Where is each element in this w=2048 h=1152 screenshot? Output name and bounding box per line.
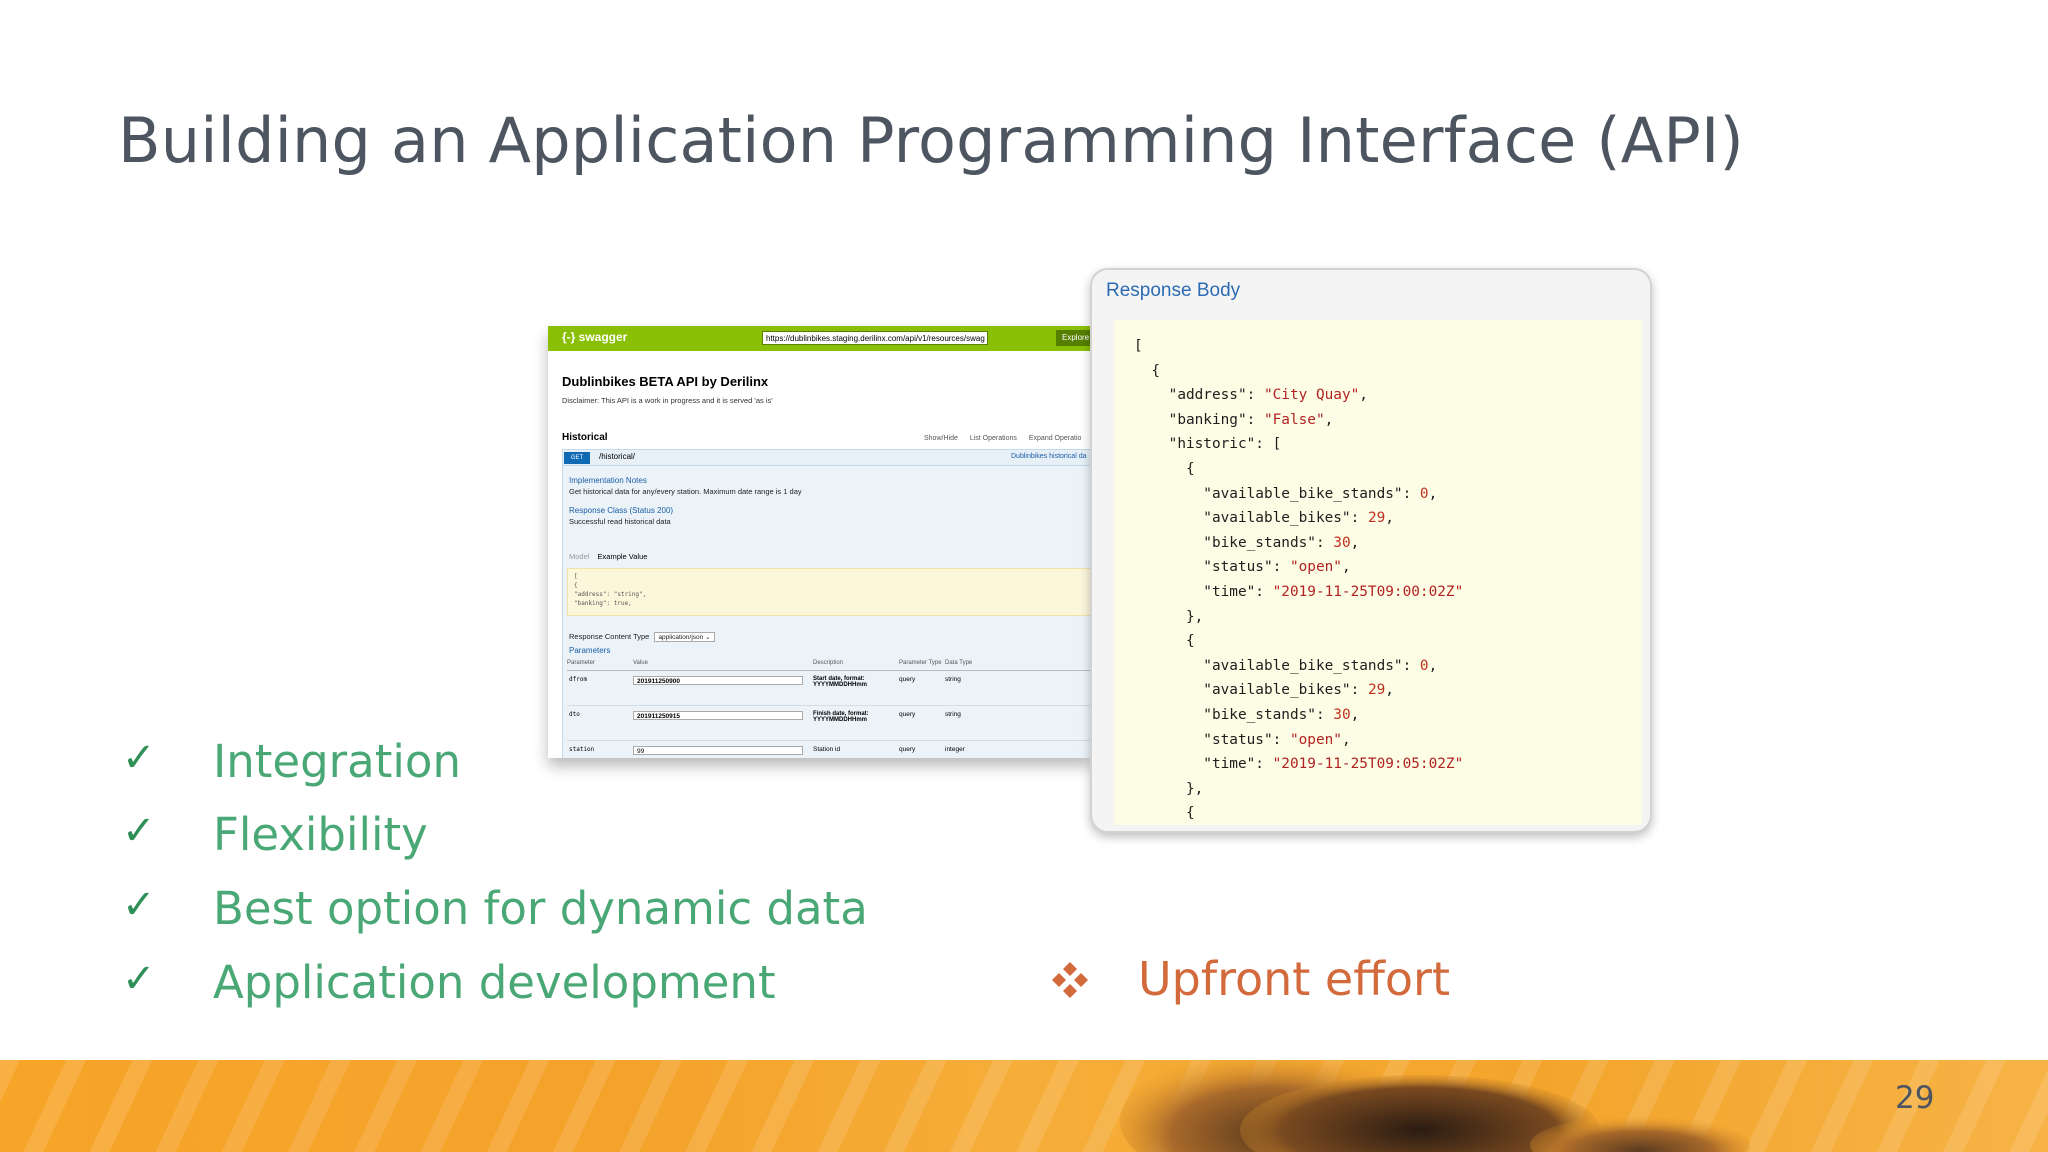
- col-value: Value: [633, 660, 648, 666]
- model-tab[interactable]: Model: [569, 552, 589, 561]
- content-type-row: Response Content Type application/json ⌄: [569, 632, 715, 642]
- param-name: dto: [569, 711, 580, 718]
- json-string: "2019-11-25T09:05:02Z": [1272, 756, 1464, 773]
- json-string: "open": [1289, 559, 1342, 576]
- col-parameter: Parameter: [567, 660, 596, 666]
- address-value: "City Quay": [1263, 387, 1360, 404]
- param-value-input[interactable]: 201911250900: [633, 676, 803, 685]
- table-row: dfrom 201911250900 Start date, format: Y…: [567, 671, 1092, 706]
- pro-item: Best option for dynamic data: [213, 882, 868, 935]
- model-tabs: Model Example Value: [569, 552, 647, 561]
- param-type: query: [899, 676, 916, 683]
- operation-body: Implementation Notes Get historical data…: [562, 466, 1092, 758]
- operation-row[interactable]: GET /historical/ Dublinbikes historical …: [562, 449, 1092, 466]
- con-item: Upfront effort: [1138, 952, 1451, 1006]
- swagger-header: {-} swagger https://dublinbikes.staging.…: [548, 326, 1092, 351]
- param-name: dfrom: [569, 676, 588, 683]
- response-class-title: Response Class (Status 200): [569, 506, 674, 515]
- impl-notes-text: Get historical data for any/every statio…: [569, 487, 802, 496]
- impl-notes-title: Implementation Notes: [569, 476, 647, 485]
- api-title: Dublinbikes BETA API by Derilinx: [562, 374, 769, 389]
- param-data-type: integer: [945, 746, 965, 753]
- diamond-bullet-icon: [1052, 962, 1088, 998]
- response-body-card: Response Body [ { "address": "City Quay"…: [1090, 268, 1652, 833]
- json-number: 30: [1333, 706, 1351, 723]
- swagger-screenshot: {-} swagger https://dublinbikes.staging.…: [548, 326, 1092, 758]
- json-number: 0: [1419, 657, 1429, 674]
- param-data-type: string: [945, 711, 961, 718]
- swagger-url-input[interactable]: https://dublinbikes.staging.derilinx.com…: [762, 331, 988, 345]
- example-line: [: [574, 573, 578, 580]
- response-body-title: Response Body: [1106, 280, 1241, 301]
- table-row: station 99 Station id query integer: [567, 741, 1092, 758]
- show-hide-link[interactable]: Show/Hide: [924, 435, 958, 442]
- operation-summary[interactable]: Dublinbikes historical da: [1011, 453, 1086, 460]
- pro-item: Flexibility: [213, 808, 428, 861]
- example-value-tab[interactable]: Example Value: [598, 552, 648, 561]
- explore-button[interactable]: Explore: [1056, 330, 1092, 346]
- json-number: 29: [1367, 682, 1386, 699]
- api-disclaimer: Disclaimer: This API is a work in progre…: [562, 396, 773, 405]
- json-number: 29: [1367, 510, 1386, 527]
- param-description: Start date, format: YYYYMMDDHHmm: [813, 676, 868, 688]
- param-type: query: [899, 746, 916, 753]
- param-description: Station id: [813, 746, 841, 753]
- section-title: Historical: [562, 432, 608, 443]
- table-row: dto 201911250915 Finish date, format: YY…: [567, 706, 1092, 741]
- parameters-title: Parameters: [569, 646, 611, 655]
- example-line: "banking": true,: [574, 600, 632, 607]
- page-number: 29: [1895, 1080, 1935, 1116]
- param-type: query: [899, 711, 916, 718]
- json-string: "open": [1289, 731, 1342, 748]
- section-links: Show/Hide List Operations Expand Operati…: [924, 435, 1091, 442]
- check-icon: ✓: [122, 956, 156, 1002]
- param-description: Finish date, format: YYYYMMDDHHmm: [813, 711, 869, 723]
- pro-item: Application development: [213, 956, 776, 1009]
- check-icon: ✓: [122, 882, 156, 928]
- example-value-code[interactable]: [ { "address": "string", "banking": true…: [567, 568, 1092, 616]
- response-body-code: [ { "address": "City Quay", "banking": "…: [1114, 320, 1642, 825]
- json-string: "2019-11-25T09:00:02Z": [1272, 583, 1464, 600]
- param-value-input[interactable]: 201911250915: [633, 711, 803, 720]
- response-class-text: Successful read historical data: [569, 517, 671, 526]
- footer-band: [0, 1060, 2048, 1152]
- param-data-type: string: [945, 676, 961, 683]
- col-description: Description: [813, 660, 844, 666]
- content-type-select[interactable]: application/json ⌄: [654, 632, 715, 642]
- operation-path[interactable]: /historical/: [599, 452, 635, 461]
- check-icon: ✓: [122, 808, 156, 854]
- swagger-logo: {-} swagger: [562, 330, 628, 344]
- check-icon: ✓: [122, 735, 156, 781]
- footer-photo-motif: [1120, 1060, 1750, 1152]
- json-number: 30: [1333, 534, 1351, 551]
- param-value-input[interactable]: 99: [633, 746, 803, 755]
- col-parameter-type: Parameter Type: [899, 660, 942, 666]
- example-line: "address": "string",: [574, 591, 647, 598]
- list-operations-link[interactable]: List Operations: [970, 435, 1017, 442]
- json-number: 0: [1419, 485, 1429, 502]
- pro-item: Integration: [213, 735, 461, 788]
- slide-title: Building an Application Programming Inte…: [118, 104, 1744, 177]
- banking-value: "False": [1263, 411, 1325, 428]
- parameters-table: Parameter Value Description Parameter Ty…: [567, 660, 1092, 758]
- col-data-type: Data Type: [945, 660, 973, 666]
- example-line: {: [574, 582, 578, 589]
- get-method-badge[interactable]: GET: [564, 452, 590, 464]
- param-name: station: [569, 746, 595, 753]
- content-type-label: Response Content Type: [569, 632, 650, 641]
- expand-operations-link[interactable]: Expand Operatio: [1029, 435, 1082, 442]
- parameters-header: Parameter Value Description Parameter Ty…: [567, 660, 1092, 671]
